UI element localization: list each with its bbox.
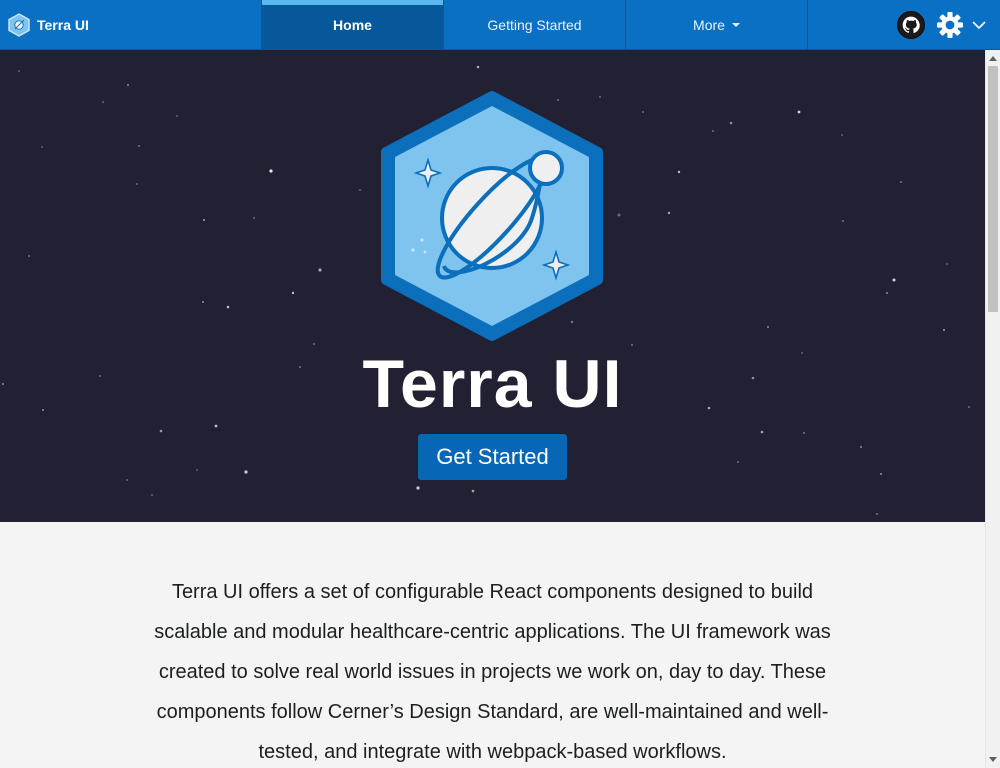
- gear-icon: [937, 11, 963, 38]
- terra-planet-logo: [381, 91, 603, 341]
- primary-tabs: Home Getting Started More: [262, 0, 808, 49]
- get-started-button[interactable]: Get Started: [418, 434, 567, 480]
- brand-name: Terra UI: [37, 16, 89, 33]
- tab-more-label: More: [693, 16, 725, 33]
- top-navigation: Terra UI Home Getting Started More: [0, 0, 1000, 50]
- hero-title: Terra UI: [362, 346, 623, 422]
- github-icon: [902, 16, 920, 33]
- brand[interactable]: Terra UI: [0, 0, 262, 49]
- hero-section: Terra UI Get Started: [0, 50, 985, 522]
- tab-getting-started-label: Getting Started: [487, 16, 582, 33]
- caret-down-icon: [731, 22, 740, 27]
- scrollbar-thumb[interactable]: [988, 66, 998, 312]
- chevron-down-icon: [972, 20, 986, 29]
- scroll-up-arrow-icon[interactable]: [989, 56, 997, 61]
- intro-paragraph: Terra UI offers a set of configurable Re…: [154, 581, 831, 763]
- tab-more[interactable]: More: [626, 0, 808, 49]
- scroll-down-arrow-icon[interactable]: [989, 757, 997, 762]
- tab-home-label: Home: [333, 16, 372, 33]
- tab-getting-started[interactable]: Getting Started: [444, 0, 626, 49]
- tab-home[interactable]: Home: [262, 0, 444, 49]
- terra-logo-icon: [8, 12, 30, 37]
- page-scrollbar[interactable]: [985, 50, 1000, 768]
- settings-menu-button[interactable]: [936, 11, 986, 39]
- utility-area: [897, 0, 1000, 49]
- github-link[interactable]: [897, 10, 925, 39]
